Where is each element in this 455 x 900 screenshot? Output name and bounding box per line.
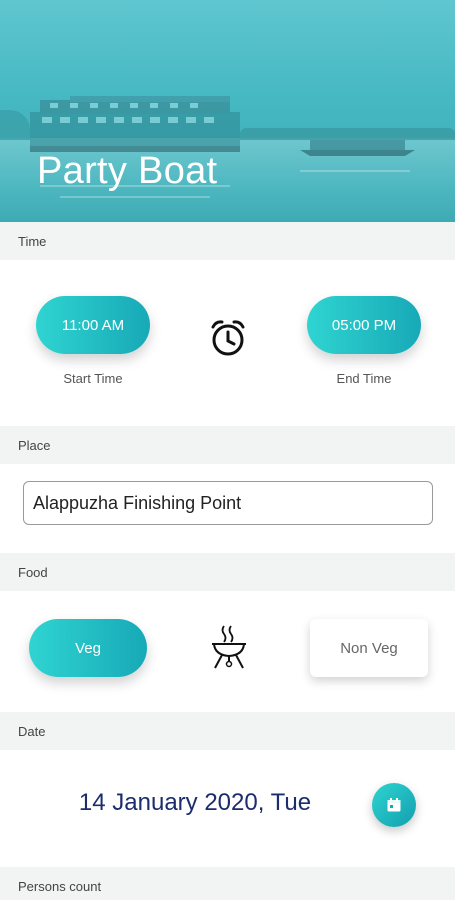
date-picker-button[interactable] <box>372 783 416 827</box>
section-header-date: Date <box>0 712 455 750</box>
end-time-caption: End Time <box>336 371 392 386</box>
calendar-icon <box>387 798 401 812</box>
section-header-persons: Persons count <box>0 867 455 900</box>
end-time-value: 05:00 PM <box>331 316 397 334</box>
grill-icon <box>210 624 248 675</box>
place-input[interactable] <box>23 481 433 525</box>
end-time-button[interactable]: 05:00 PM <box>307 296 421 354</box>
section-header-time: Time <box>0 222 455 260</box>
start-time-button[interactable]: 11:00 AM <box>36 296 150 354</box>
start-time-value: 11:00 AM <box>61 316 125 334</box>
start-time-caption: Start Time <box>63 371 123 386</box>
page-title: Party Boat <box>37 150 218 192</box>
section-header-place: Place <box>0 426 455 464</box>
veg-button[interactable]: Veg <box>29 619 147 677</box>
non-veg-button[interactable]: Non Veg <box>310 619 428 677</box>
non-veg-label: Non Veg <box>340 639 398 657</box>
alarm-clock-icon <box>209 318 247 363</box>
selected-date: 14 January 2020, Tue <box>78 789 312 816</box>
section-header-food: Food <box>0 553 455 591</box>
hero-banner: Party Boat <box>0 0 455 222</box>
veg-label: Veg <box>75 639 101 657</box>
